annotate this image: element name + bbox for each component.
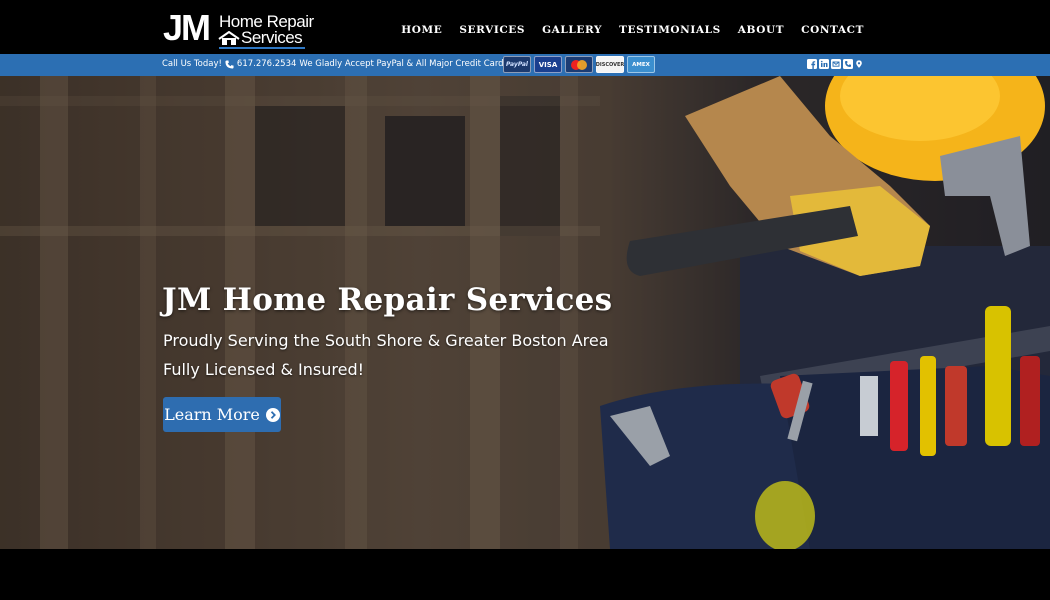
- visa-card-icon: VISA: [534, 56, 562, 73]
- phone-square-icon[interactable]: [843, 59, 853, 69]
- logo-underline: [219, 47, 305, 49]
- phone-number[interactable]: 617.276.2534: [237, 59, 296, 69]
- info-text: Call Us Today! 617.276.2534 We Gladly Ac…: [162, 59, 511, 69]
- phone-icon: [225, 59, 234, 69]
- linkedin-icon[interactable]: [819, 59, 829, 69]
- nav-gallery[interactable]: GALLERY: [542, 24, 602, 36]
- tool-belt-image: [600, 76, 1050, 549]
- footer-band: [0, 549, 1050, 600]
- house-icon: [218, 31, 240, 45]
- facebook-icon[interactable]: [807, 59, 817, 69]
- nav-home[interactable]: HOME: [401, 24, 442, 36]
- payment-text: We Gladly Accept PayPal & All Major Cred…: [299, 59, 511, 69]
- logo-initials: JM: [163, 7, 211, 48]
- amex-card-icon: AMEX: [627, 56, 655, 73]
- hero-section: JM Home Repair Services Proudly Serving …: [0, 76, 1050, 549]
- nav-services[interactable]: SERVICES: [459, 24, 525, 36]
- map-pin-icon[interactable]: [855, 59, 863, 69]
- mastercard-card-icon: [565, 56, 593, 73]
- site-header: JM Home Repair Services HOME SERVICES GA…: [0, 0, 1050, 54]
- site-logo[interactable]: JM Home Repair Services: [163, 7, 314, 49]
- logo-line2: Services: [241, 28, 303, 47]
- learn-more-button[interactable]: Learn More: [163, 397, 281, 432]
- hero-subtitle-area: Proudly Serving the South Shore & Greate…: [163, 331, 609, 350]
- learn-more-label: Learn More: [164, 405, 260, 424]
- nav-testimonials[interactable]: TESTIMONIALS: [619, 24, 721, 36]
- nav-about[interactable]: ABOUT: [738, 24, 784, 36]
- main-nav: HOME SERVICES GALLERY TESTIMONIALS ABOUT…: [401, 24, 864, 36]
- payment-cards: PayPal VISA DISCOVER AMEX: [503, 56, 655, 73]
- social-icons: [807, 59, 863, 69]
- email-icon[interactable]: [831, 59, 841, 69]
- hero-title: JM Home Repair Services: [162, 282, 613, 318]
- chevron-right-circle-icon: [265, 407, 280, 422]
- paypal-card-icon: PayPal: [503, 56, 531, 73]
- info-bar: Call Us Today! 617.276.2534 We Gladly Ac…: [0, 54, 1050, 76]
- discover-card-icon: DISCOVER: [596, 56, 624, 73]
- call-prefix: Call Us Today!: [162, 59, 222, 69]
- nav-contact[interactable]: CONTACT: [801, 24, 864, 36]
- hero-subtitle-licensed: Fully Licensed & Insured!: [163, 360, 365, 379]
